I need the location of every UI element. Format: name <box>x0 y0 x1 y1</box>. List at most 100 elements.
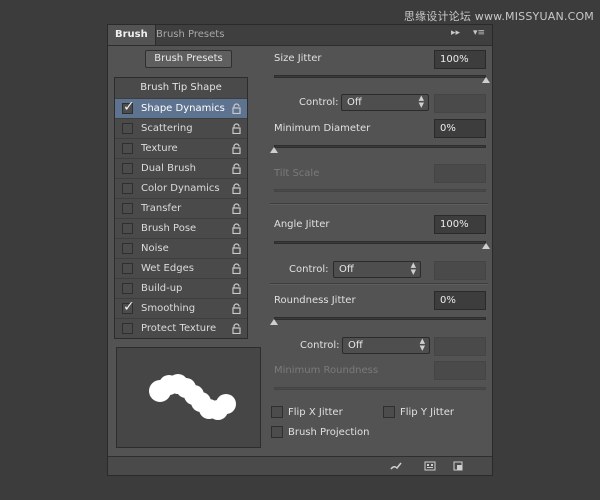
list-item-brush-tip-shape[interactable]: Brush Tip Shape <box>115 78 247 99</box>
option-checkbox[interactable] <box>122 323 133 334</box>
select-arrows-icon: ▲ ▼ <box>410 261 416 276</box>
create-new-brush-icon[interactable] <box>452 460 464 472</box>
list-item-wet-edges[interactable]: Wet Edges <box>115 258 247 278</box>
size-control-select[interactable]: Off ▲ ▼ <box>341 94 429 111</box>
option-checkbox[interactable]: ✓ <box>122 99 135 115</box>
brush-presets-button[interactable]: Brush Presets <box>145 50 232 68</box>
list-item-build-up[interactable]: Build-up <box>115 278 247 298</box>
roundness-control-select[interactable]: Off ▲ ▼ <box>342 337 430 354</box>
list-item-color-dynamics[interactable]: Color Dynamics <box>115 178 247 198</box>
option-checkbox[interactable]: ✓ <box>122 299 135 315</box>
lock-icon[interactable] <box>231 283 242 294</box>
angle-jitter-label: Angle Jitter <box>274 219 330 230</box>
size-jitter-slider-track[interactable] <box>274 75 486 78</box>
minimum-roundness-input <box>434 361 486 380</box>
tilt-scale-slider-track <box>274 189 486 192</box>
lock-icon[interactable] <box>231 263 242 274</box>
section-divider <box>270 203 488 205</box>
option-checkbox[interactable] <box>122 243 133 254</box>
size-jitter-slider-thumb[interactable] <box>482 77 490 83</box>
lock-icon[interactable] <box>231 183 242 194</box>
tilt-scale-input <box>434 164 486 183</box>
list-item-brush-pose[interactable]: Brush Pose <box>115 218 247 238</box>
lock-icon[interactable] <box>231 103 242 114</box>
option-label: Scattering <box>141 123 193 134</box>
angle-control-value: Off <box>339 264 354 275</box>
option-label: Shape Dynamics <box>141 103 225 114</box>
angle-control-select[interactable]: Off ▲ ▼ <box>333 261 421 278</box>
watermark-text: 思缘设计论坛 www.MISSYUAN.COM <box>403 10 594 23</box>
brush-stroke-preview <box>116 347 261 448</box>
list-item-transfer[interactable]: Transfer <box>115 198 247 218</box>
brush-projection-checkbox[interactable] <box>271 426 283 438</box>
option-label: Protect Texture <box>141 323 217 334</box>
select-arrows-icon: ▲ ▼ <box>418 94 424 109</box>
flip-x-jitter-label: Flip X Jitter <box>288 407 343 418</box>
option-checkbox[interactable] <box>122 183 133 194</box>
lock-icon[interactable] <box>231 203 242 214</box>
list-item-scattering[interactable]: Scattering <box>115 118 247 138</box>
roundness-jitter-slider-track[interactable] <box>274 317 486 320</box>
open-preset-manager-icon[interactable] <box>424 460 436 472</box>
lock-icon[interactable] <box>231 223 242 234</box>
option-checkbox[interactable] <box>122 163 133 174</box>
lock-icon[interactable] <box>231 143 242 154</box>
roundness-jitter-slider-thumb[interactable] <box>270 319 278 325</box>
option-checkbox[interactable] <box>122 203 133 214</box>
option-label: Color Dynamics <box>141 183 220 194</box>
option-label: Brush Pose <box>141 223 197 234</box>
list-item-shape-dynamics[interactable]: ✓ Shape Dynamics <box>115 98 247 118</box>
checkmark-icon: ✓ <box>123 299 135 315</box>
flip-x-jitter-checkbox[interactable] <box>271 406 283 418</box>
toggle-live-tip-brush-preview-icon[interactable] <box>390 460 402 472</box>
option-checkbox[interactable] <box>122 263 133 274</box>
brush-options-list: Brush Tip Shape ✓ Shape Dynamics Scatterin… <box>114 77 248 339</box>
option-label: Dual Brush <box>141 163 196 174</box>
angle-jitter-slider-track[interactable] <box>274 241 486 244</box>
size-jitter-label: Size Jitter <box>274 53 322 64</box>
minimum-diameter-slider-track[interactable] <box>274 145 486 148</box>
lock-icon[interactable] <box>231 323 242 334</box>
roundness-jitter-input[interactable]: 0% <box>434 291 486 310</box>
size-jitter-input[interactable]: 100% <box>434 50 486 69</box>
option-label: Transfer <box>141 203 182 214</box>
lock-icon[interactable] <box>231 303 242 314</box>
option-checkbox[interactable] <box>122 143 133 154</box>
lock-icon[interactable] <box>231 243 242 254</box>
roundness-control-value: Off <box>348 340 363 351</box>
checkmark-icon: ✓ <box>123 99 135 115</box>
list-item-dual-brush[interactable]: Dual Brush <box>115 158 247 178</box>
roundness-control-extra-field <box>434 337 486 356</box>
lock-icon[interactable] <box>231 123 242 134</box>
brush-projection-label: Brush Projection <box>288 427 370 438</box>
option-checkbox[interactable] <box>122 283 133 294</box>
list-item-texture[interactable]: Texture <box>115 138 247 158</box>
option-label: Build-up <box>141 283 183 294</box>
size-control-extra-field <box>434 94 486 113</box>
panel-tab-bar: Brush Brush Presets ▸▸ ▾≡ <box>108 25 492 46</box>
list-item-noise[interactable]: Noise <box>115 238 247 258</box>
minimum-diameter-slider-thumb[interactable] <box>270 147 278 153</box>
collapse-panel-icon[interactable]: ▸▸ <box>451 28 460 38</box>
minimum-roundness-slider-track <box>274 387 486 390</box>
roundness-jitter-label: Roundness Jitter <box>274 295 356 306</box>
option-label: Texture <box>141 143 178 154</box>
list-item-protect-texture[interactable]: Protect Texture <box>115 318 247 338</box>
lock-icon[interactable] <box>231 163 242 174</box>
list-item-smoothing[interactable]: ✓ Smoothing <box>115 298 247 318</box>
tilt-scale-label: Tilt Scale <box>274 168 320 179</box>
minimum-diameter-input[interactable]: 0% <box>434 119 486 138</box>
option-checkbox[interactable] <box>122 123 133 134</box>
tab-brush-presets[interactable]: Brush Presets <box>149 25 231 45</box>
angle-control-extra-field <box>434 261 486 280</box>
flip-y-jitter-label: Flip Y Jitter <box>400 407 454 418</box>
flip-y-jitter-checkbox[interactable] <box>383 406 395 418</box>
angle-jitter-slider-thumb[interactable] <box>482 243 490 249</box>
size-control-value: Off <box>347 97 362 108</box>
angle-jitter-input[interactable]: 100% <box>434 215 486 234</box>
section-divider <box>270 283 488 285</box>
size-control-label: Control: <box>299 97 339 108</box>
option-checkbox[interactable] <box>122 223 133 234</box>
panel-menu-icon[interactable]: ▾≡ <box>473 28 485 38</box>
roundness-control-label: Control: <box>300 340 340 351</box>
